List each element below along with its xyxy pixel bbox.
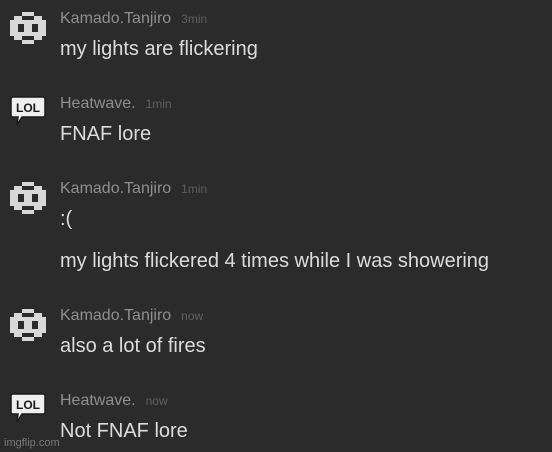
timestamp: 1min — [181, 182, 208, 196]
avatar[interactable] — [10, 12, 46, 44]
author-name[interactable]: Kamado.Tanjiro — [60, 10, 171, 27]
timestamp: now — [181, 309, 204, 323]
checker-pattern-icon — [10, 12, 46, 44]
message-header: Kamado.Tanjiro now — [60, 307, 203, 325]
avatar[interactable]: LOL — [10, 392, 46, 424]
message-text: my lights are flickering — [60, 38, 258, 60]
checker-pattern-icon — [10, 309, 46, 341]
message-text: FNAF lore — [60, 123, 152, 145]
lol-speech-bubble-icon: LOL — [10, 393, 46, 423]
author-name[interactable]: Heatwave. — [60, 392, 136, 409]
svg-text:LOL: LOL — [16, 101, 40, 115]
author-name[interactable]: Kamado.Tanjiro — [60, 307, 171, 324]
author-name[interactable]: Kamado.Tanjiro — [60, 180, 171, 197]
lol-speech-bubble-icon: LOL — [10, 96, 46, 126]
message-header: Heatwave. 1min — [60, 95, 172, 113]
timestamp: 3min — [181, 12, 208, 26]
message-header: Kamado.Tanjiro 3min — [60, 10, 207, 28]
watermark: imgflip.com — [4, 437, 60, 449]
message-text: Not FNAF lore — [60, 420, 188, 442]
message-text: also a lot of fires — [60, 335, 206, 357]
message-header: Heatwave. now — [60, 392, 168, 410]
checker-pattern-icon — [10, 182, 46, 214]
message-text: :( — [60, 208, 73, 230]
message-header: Kamado.Tanjiro 1min — [60, 180, 207, 198]
author-name[interactable]: Heatwave. — [60, 95, 136, 112]
timestamp: now — [145, 394, 168, 408]
chat-log: Kamado.Tanjiro 3min my lights are flicker… — [0, 0, 552, 452]
avatar[interactable] — [10, 182, 46, 214]
avatar[interactable] — [10, 309, 46, 341]
timestamp: 1min — [145, 97, 172, 111]
message-text: my lights flickered 4 times while I was … — [60, 250, 490, 272]
avatar[interactable]: LOL — [10, 95, 46, 127]
svg-text:LOL: LOL — [16, 398, 40, 412]
